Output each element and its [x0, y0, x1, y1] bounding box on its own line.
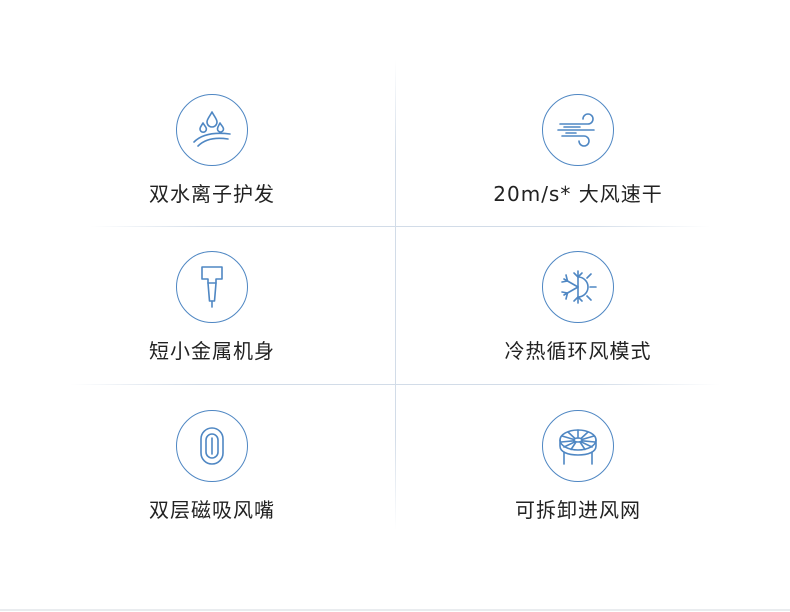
- hair-dryer-icon: [176, 251, 248, 323]
- feature-label: 冷热循环风模式: [504, 339, 652, 363]
- feature-compact-body: 短小金属机身: [62, 251, 362, 391]
- feature-label: 双层磁吸风嘴: [149, 498, 275, 522]
- bottom-border: [0, 609, 790, 611]
- feature-label: 双水离子护发: [149, 182, 275, 206]
- feature-magnetic-nozzle: 双层磁吸风嘴: [62, 410, 362, 550]
- vertical-divider: [395, 60, 396, 530]
- feature-grid: 双水离子护发 20m/s* 大风速干 短小金属机身 冷热循环风模式 双层磁吸风嘴…: [0, 0, 790, 612]
- feature-hot-cold-cycle: 冷热循环风模式: [428, 251, 728, 391]
- feature-water-ion: 双水离子护发: [62, 94, 362, 234]
- feature-label: 20m/s* 大风速干: [493, 182, 663, 206]
- feature-label: 短小金属机身: [149, 339, 275, 363]
- air-intake-filter-icon: [542, 410, 614, 482]
- snowflake-sun-icon: [542, 251, 614, 323]
- water-ion-icon: [176, 94, 248, 166]
- feature-label: 可拆卸进风网: [515, 498, 641, 522]
- feature-removable-filter: 可拆卸进风网: [428, 410, 728, 550]
- magnetic-nozzle-icon: [176, 410, 248, 482]
- feature-wind-speed: 20m/s* 大风速干: [428, 94, 728, 234]
- wind-icon: [542, 94, 614, 166]
